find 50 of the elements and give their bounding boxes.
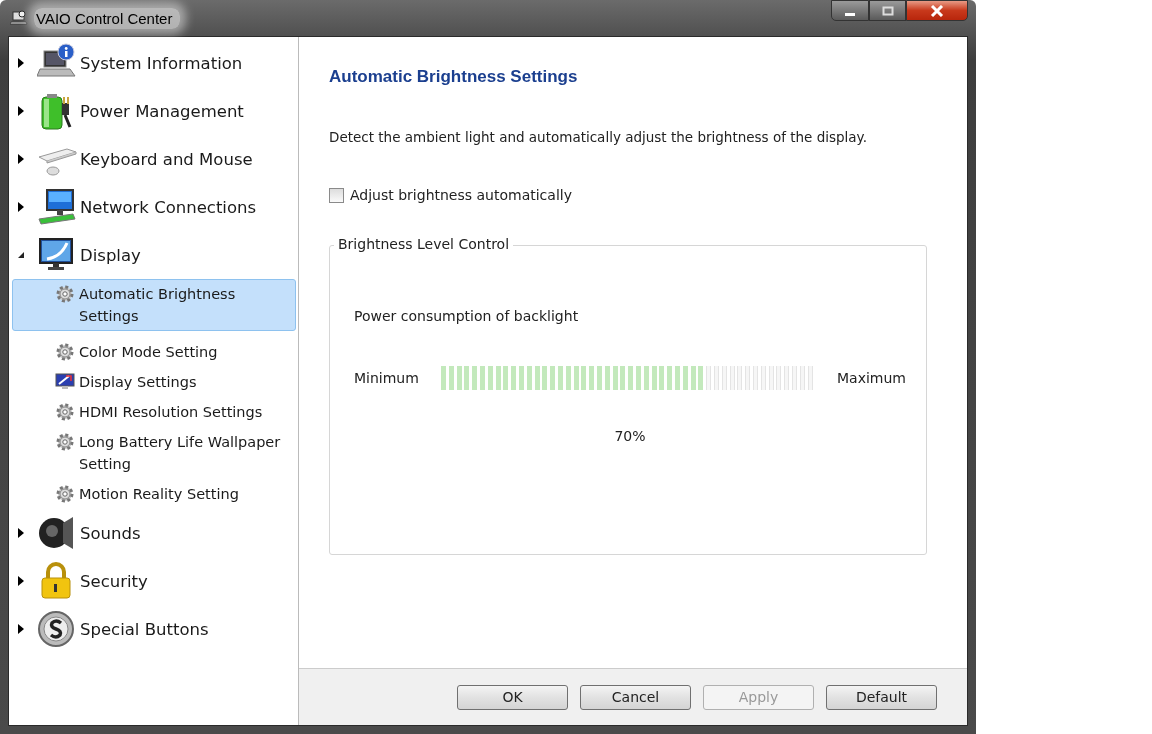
dialog-button[interactable]: Default <box>826 684 937 710</box>
window-title: VAIO Control Center <box>34 7 181 29</box>
minimize-button[interactable] <box>831 0 869 21</box>
sidebar-subitem[interactable]: Color Mode Setting <box>12 337 296 367</box>
description-text: Detect the ambient light and automatically adjust the brightness of the display. <box>329 129 868 145</box>
gear-icon <box>55 284 75 304</box>
page-heading: Automatic Brightness Settings <box>329 67 579 87</box>
sidebar-item[interactable]: Sounds <box>80 523 141 543</box>
checkbox[interactable] <box>329 187 344 203</box>
sidebar-item[interactable]: Security <box>80 571 148 591</box>
group-subtitle: Power consumption of backlight <box>354 308 580 324</box>
collapse-arrow-icon[interactable] <box>17 251 25 259</box>
expand-arrow-icon[interactable] <box>17 154 25 164</box>
computer-network-icon <box>37 187 77 227</box>
sidebar-subitem[interactable]: HDMI Resolution Settings <box>12 397 296 427</box>
expand-arrow-icon[interactable] <box>17 106 25 116</box>
sidebar-subitem[interactable]: Display Settings <box>12 367 296 397</box>
sidebar-item[interactable]: Network Connections <box>80 197 257 217</box>
sidebar-subitem[interactable]: Motion Reality Setting <box>12 479 296 509</box>
sidebar-subitem[interactable]: Long Battery Life Wallpaper Setting <box>12 427 296 479</box>
dialog-button[interactable]: Cancel <box>580 684 691 710</box>
sidebar-subitem[interactable]: Automatic Brightness Settings <box>12 279 296 331</box>
gear-icon <box>55 432 75 452</box>
maximize-button[interactable] <box>869 0 906 21</box>
brightness-reading: 70% <box>613 428 647 444</box>
expand-arrow-icon[interactable] <box>17 576 25 586</box>
letter-s-button-icon <box>37 609 77 649</box>
sidebar-item[interactable]: System Information <box>80 53 243 73</box>
expand-arrow-icon[interactable] <box>17 58 25 68</box>
sidebar-item[interactable]: Display <box>80 245 141 265</box>
gear-icon <box>55 342 75 362</box>
sidebar-item[interactable]: Power Management <box>80 101 244 121</box>
monitor-icon <box>55 372 75 392</box>
sidebar-item[interactable]: Keyboard and Mouse <box>80 149 253 169</box>
group-title: Brightness Level Control <box>334 236 514 252</box>
sidebar-item[interactable]: Special Buttons <box>80 619 209 639</box>
expand-arrow-icon[interactable] <box>17 528 25 538</box>
dialog-button[interactable]: OK <box>457 684 568 710</box>
gear-icon <box>55 402 75 422</box>
expand-arrow-icon[interactable] <box>17 202 25 212</box>
close-icon <box>930 4 944 17</box>
checkbox-label[interactable]: Adjust brightness automatically <box>350 187 572 203</box>
maximize-icon <box>880 5 895 16</box>
maximum-label: Maximum <box>837 370 906 386</box>
minimize-icon <box>845 12 855 16</box>
gear-icon <box>55 484 75 504</box>
expand-arrow-icon[interactable] <box>17 624 25 634</box>
laptop-gear-icon <box>10 10 28 26</box>
minimum-label: Minimum <box>354 370 419 386</box>
close-button[interactable] <box>906 0 968 21</box>
